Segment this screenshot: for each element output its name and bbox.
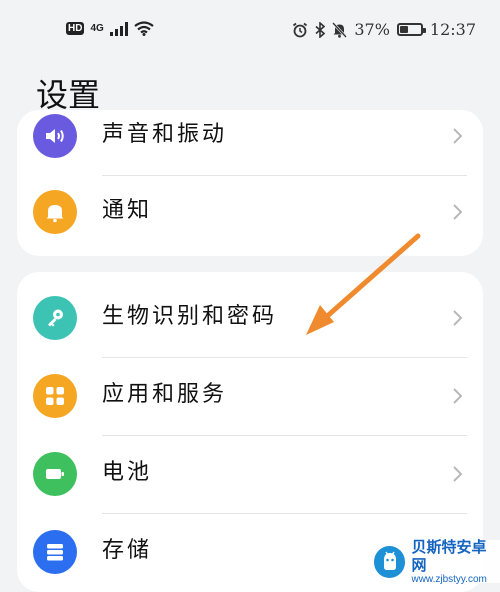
chevron-right-icon	[453, 204, 463, 220]
mute-bell-icon	[332, 21, 348, 38]
settings-item-label: 应用和服务	[102, 382, 228, 407]
chevron-right-icon	[453, 128, 463, 144]
battery-icon	[396, 23, 426, 36]
network-type: 4G	[90, 23, 104, 34]
bluetooth-icon	[315, 21, 326, 38]
battery-icon	[33, 452, 77, 496]
settings-item-apps-services[interactable]: 应用和服务	[17, 356, 483, 436]
watermark: 贝斯特安卓网 www.zjbstyy.com	[368, 538, 500, 586]
settings-item-battery[interactable]: 电池	[17, 434, 483, 514]
battery-fill	[399, 26, 409, 33]
wifi-icon	[134, 21, 154, 36]
alarm-icon	[293, 22, 308, 37]
hd-badge: HD	[66, 22, 85, 35]
status-bar: HD 4G 37% 12:37	[0, 0, 500, 60]
settings-item-label: 电池	[102, 460, 153, 485]
apps-icon	[33, 374, 77, 418]
settings-item-sound[interactable]: 声音和振动	[17, 110, 483, 176]
settings-item-notifications[interactable]: 通知	[17, 172, 483, 252]
chevron-right-icon	[453, 466, 463, 482]
settings-group-1: 声音和振动 通知	[17, 110, 483, 256]
watermark-title: 贝斯特安卓网	[411, 537, 487, 574]
signal-icon	[109, 21, 128, 36]
key-icon	[33, 296, 77, 340]
watermark-url: www.zjbstyy.com	[411, 573, 487, 585]
chevron-right-icon	[453, 310, 463, 326]
settings-item-label: 存储	[102, 538, 153, 563]
settings-item-label: 通知	[102, 198, 153, 223]
bell-icon	[33, 190, 77, 234]
chevron-right-icon	[453, 388, 463, 404]
battery-percent: 37%	[354, 20, 390, 39]
status-left: HD 4G	[66, 21, 154, 36]
sound-icon	[33, 114, 77, 158]
settings-item-label: 声音和振动	[102, 122, 228, 147]
settings-item-label: 生物识别和密码	[102, 304, 278, 329]
watermark-logo	[374, 545, 406, 578]
storage-icon	[33, 530, 77, 574]
clock: 12:37	[429, 20, 476, 39]
settings-item-biometrics-password[interactable]: 生物识别和密码	[17, 278, 483, 358]
status-right: 37% 12:37	[292, 20, 476, 39]
watermark-text: 贝斯特安卓网 www.zjbstyy.com	[411, 538, 500, 586]
